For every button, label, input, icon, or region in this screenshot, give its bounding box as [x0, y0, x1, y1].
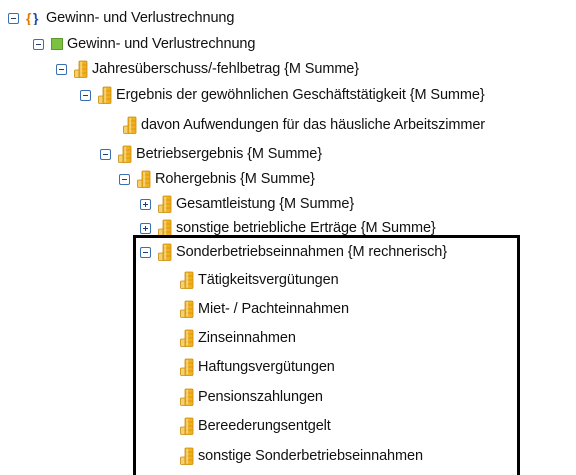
coins-icon — [180, 300, 194, 318]
tree-node-label: Miet- / Pachteinnahmen — [198, 301, 349, 317]
collapse-toggle-icon[interactable] — [119, 173, 130, 185]
tree-node-label: Gewinn- und Verlustrechnung — [46, 10, 235, 26]
coins-icon — [180, 271, 194, 289]
coins-icon — [158, 195, 172, 213]
tree-node-label: Zinseinnahmen — [198, 330, 296, 346]
tree-node-label: davon Aufwendungen für das häusliche Arb… — [141, 117, 486, 133]
tree-node-label: Bereederungsentgelt — [198, 418, 331, 434]
tree-node-child[interactable]: Bereederungsentgelt — [180, 414, 331, 438]
braces-icon: { } — [26, 11, 39, 25]
coins-icon — [180, 329, 194, 347]
tree-node-child[interactable]: Tätigkeitsvergütungen — [180, 268, 339, 292]
collapse-toggle-icon[interactable] — [33, 38, 44, 50]
expand-toggle-icon[interactable] — [140, 198, 151, 210]
tree-node-ergebnis[interactable]: Ergebnis der gewöhnlichen Geschäftstätig… — [80, 83, 485, 107]
tree-node-arbeitszimmer[interactable]: davon Aufwendungen für das häusliche Arb… — [123, 113, 485, 137]
tree-node-rohergebnis[interactable]: Rohergebnis {M Summe} — [119, 167, 315, 191]
tree-node-child[interactable]: Haftungsvergütungen — [180, 355, 335, 379]
coins-icon — [98, 86, 112, 104]
collapse-toggle-icon[interactable] — [8, 12, 19, 24]
coins-icon — [180, 388, 194, 406]
tree-node-child[interactable]: Zinseinnahmen — [180, 326, 296, 350]
tree-node-child[interactable]: sonstige Sonderbetriebseinnahmen — [180, 444, 423, 468]
tree-node-label: Rohergebnis {M Summe} — [155, 171, 315, 187]
coins-icon — [180, 447, 194, 465]
tree-node-child[interactable]: Miet- / Pachteinnahmen — [180, 297, 349, 321]
tree-node-statement[interactable]: Gewinn- und Verlustrechnung — [33, 32, 255, 56]
collapse-toggle-icon[interactable] — [80, 89, 91, 101]
tree-node-label: Gesamtleistung {M Summe} — [176, 196, 355, 212]
tree-node-label: Gewinn- und Verlustrechnung — [67, 36, 256, 52]
coins-icon — [123, 116, 137, 134]
svg-text:}: } — [33, 11, 39, 25]
svg-text:{: { — [26, 11, 32, 25]
tree-node-jahresueberschuss[interactable]: Jahresüberschuss/-fehlbetrag {M Summe} — [56, 57, 359, 81]
tree-node-label: Ergebnis der gewöhnlichen Geschäftstätig… — [116, 87, 485, 103]
coins-icon — [118, 145, 132, 163]
tree-node-label: Betriebsergebnis {M Summe} — [136, 146, 322, 162]
tree-node-label: Haftungsvergütungen — [198, 359, 335, 375]
tree-node-label: Pensionszahlungen — [198, 389, 323, 405]
tree-node-label: Jahresüberschuss/-fehlbetrag {M Summe} — [92, 61, 359, 77]
collapse-toggle-icon[interactable] — [140, 246, 151, 258]
coins-icon — [180, 358, 194, 376]
tree-node-gesamtleistung[interactable]: Gesamtleistung {M Summe} — [140, 192, 354, 216]
tree-node-root[interactable]: { } Gewinn- und Verlustrechnung — [8, 6, 234, 30]
coins-icon — [158, 243, 172, 261]
collapse-toggle-icon[interactable] — [56, 63, 67, 75]
tree-node-label: sonstige Sonderbetriebseinnahmen — [198, 448, 423, 464]
collapse-toggle-icon[interactable] — [100, 148, 111, 160]
tree-node-label: Sonderbetriebseinnahmen {M rechnerisch} — [176, 244, 447, 260]
concept-tree: { } Gewinn- und Verlustrechnung Gewinn- … — [0, 0, 576, 475]
expand-toggle-icon[interactable] — [140, 222, 151, 234]
tree-node-label: Tätigkeitsvergütungen — [198, 272, 339, 288]
coins-icon — [137, 170, 151, 188]
coins-icon — [74, 60, 88, 78]
tree-node-betriebsergebnis[interactable]: Betriebsergebnis {M Summe} — [100, 142, 322, 166]
tree-node-sonderbetriebseinnahmen[interactable]: Sonderbetriebseinnahmen {M rechnerisch} — [140, 240, 447, 264]
green-square-icon — [51, 38, 63, 50]
tree-node-child[interactable]: Pensionszahlungen — [180, 385, 323, 409]
coins-icon — [180, 417, 194, 435]
